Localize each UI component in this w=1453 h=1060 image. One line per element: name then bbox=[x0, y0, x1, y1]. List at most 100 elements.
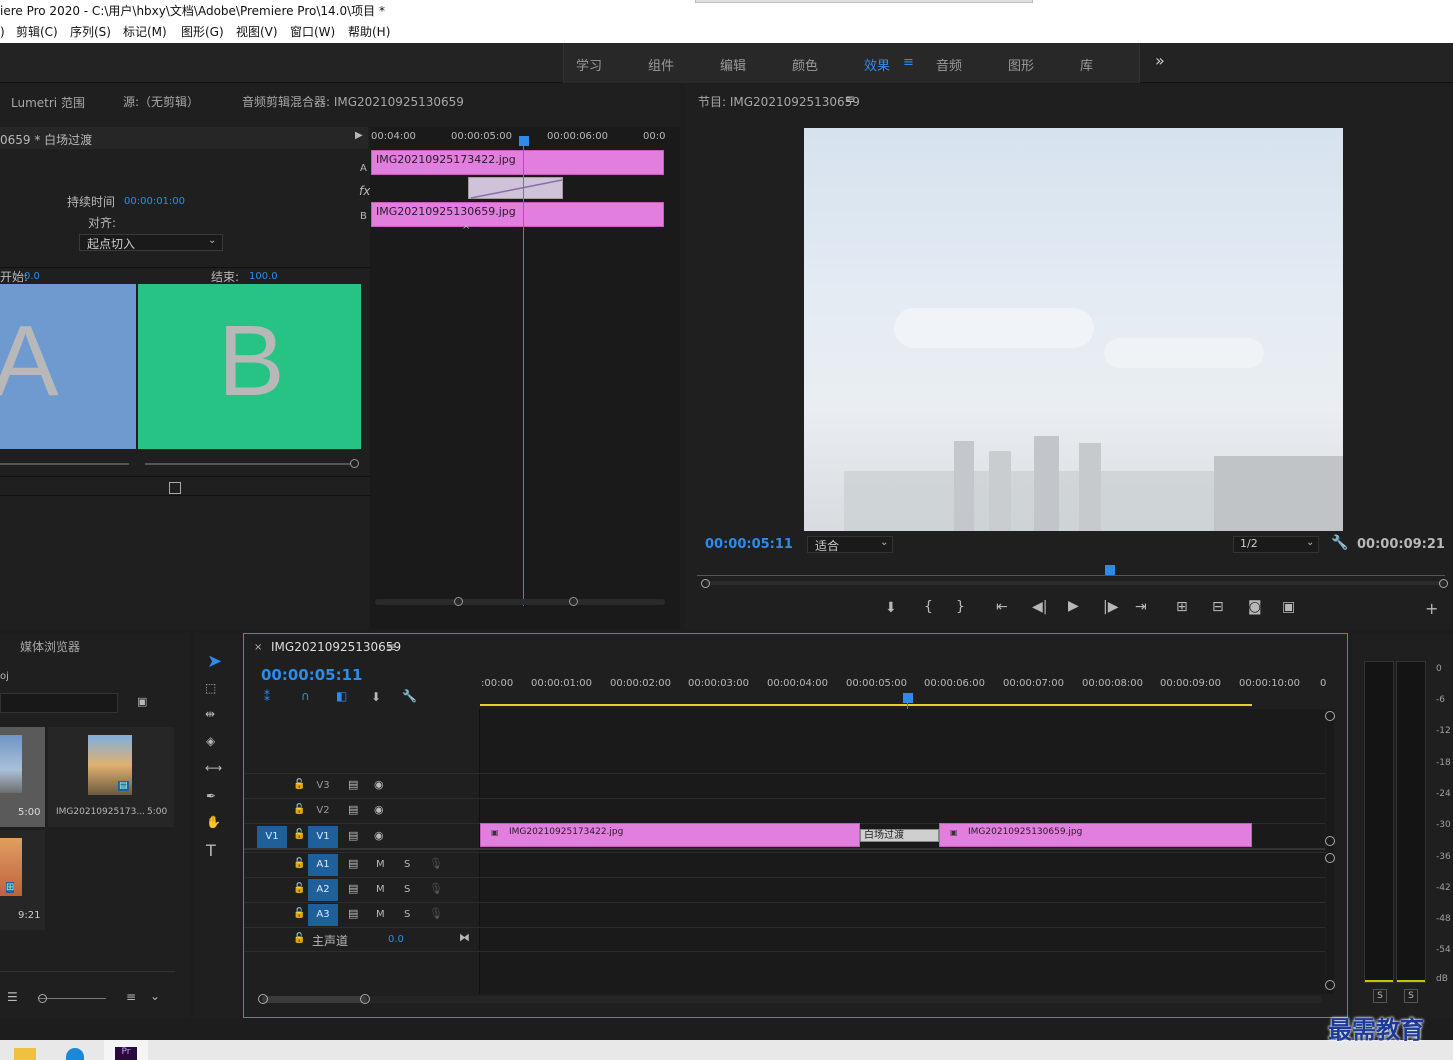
lock-icon[interactable]: 🔓 bbox=[293, 883, 305, 894]
mute-button[interactable]: M bbox=[376, 859, 385, 870]
end-slider-handle[interactable] bbox=[350, 459, 359, 468]
lock-icon[interactable]: 🔓 bbox=[293, 804, 305, 815]
menu-item-edge[interactable]: ) bbox=[0, 22, 5, 43]
track-target-v3[interactable]: V3 bbox=[308, 775, 338, 797]
mute-button[interactable]: M bbox=[376, 909, 385, 920]
fit-dropdown[interactable]: 适合 ⌄ bbox=[807, 536, 893, 553]
master-value[interactable]: 0.0 bbox=[388, 934, 404, 945]
track-select-tool-icon[interactable]: ⬚ bbox=[205, 681, 216, 695]
project-item-3[interactable]: ⊞ 9:21 bbox=[0, 830, 45, 930]
zoom-slider[interactable] bbox=[38, 998, 106, 999]
program-scrollbar[interactable] bbox=[705, 581, 1445, 585]
timeline-current-time[interactable]: 00:00:05:11 bbox=[261, 666, 363, 684]
razor-tool-icon[interactable]: ◈ bbox=[206, 734, 215, 748]
resolution-dropdown[interactable]: 1/2 ⌄ bbox=[1233, 536, 1319, 553]
eye-icon[interactable]: ◉ bbox=[374, 829, 384, 842]
microphone-icon[interactable]: 🎙 bbox=[429, 857, 443, 870]
program-current-time[interactable]: 00:00:05:11 bbox=[705, 537, 793, 552]
sort-icon[interactable]: ≡ bbox=[126, 990, 136, 1004]
zoom-slider-handle[interactable] bbox=[38, 994, 47, 1003]
timeline-clip-2[interactable]: ▣ IMG20210925130659.jpg bbox=[939, 823, 1252, 847]
mini-scrollbar[interactable] bbox=[375, 599, 665, 605]
premiere-taskbar-button[interactable]: Pr bbox=[104, 1040, 148, 1060]
solo-button[interactable]: S bbox=[404, 859, 410, 870]
horizontal-scrollbar[interactable] bbox=[262, 996, 1322, 1003]
track-target-a2[interactable]: A2 bbox=[308, 879, 338, 901]
comparison-view-icon[interactable]: ▣ bbox=[1282, 599, 1295, 615]
media-browser-tab[interactable]: 媒体浏览器 bbox=[20, 638, 80, 655]
play-icon[interactable]: ▶ bbox=[1068, 598, 1079, 614]
workspace-libraries[interactable]: 库 bbox=[1080, 55, 1093, 74]
add-marker-icon[interactable]: ⬇ bbox=[371, 690, 381, 704]
solo-right-button[interactable]: S bbox=[1404, 989, 1418, 1003]
mini-scroll-handle-r[interactable] bbox=[569, 597, 578, 606]
program-ruler[interactable] bbox=[697, 564, 1445, 576]
export-frame-camera-icon[interactable]: ◙ bbox=[1248, 599, 1262, 615]
menu-item-window[interactable]: 窗口(W) bbox=[290, 22, 335, 43]
sync-lock-icon[interactable]: ▤ bbox=[348, 829, 358, 842]
step-forward-icon[interactable]: |▶ bbox=[1103, 599, 1118, 615]
track-target-a3[interactable]: A3 bbox=[308, 904, 338, 926]
end-value[interactable]: 100.0 bbox=[249, 271, 278, 282]
solo-left-button[interactable]: S bbox=[1373, 989, 1387, 1003]
linked-selection-icon[interactable]: ◧ bbox=[336, 689, 347, 703]
project-search-input[interactable] bbox=[0, 693, 118, 713]
menu-item-help[interactable]: 帮助(H) bbox=[348, 22, 390, 43]
track-target-v2[interactable]: V2 bbox=[308, 800, 338, 822]
tab-source[interactable]: 源:（无剪辑） bbox=[123, 93, 199, 110]
track-target-a1[interactable]: A1 bbox=[308, 854, 338, 876]
timeline-ruler[interactable]: :00:00 00:00:01:00 00:00:02:00 00:00:03:… bbox=[480, 674, 1326, 706]
mark-out-icon[interactable]: } bbox=[956, 599, 965, 615]
menu-item-marker[interactable]: 标记(M) bbox=[123, 22, 167, 43]
menu-item-graphics[interactable]: 图形(G) bbox=[181, 22, 224, 43]
solo-button[interactable]: S bbox=[404, 909, 410, 920]
jump-icon[interactable]: ⧓ bbox=[459, 931, 470, 944]
microphone-icon[interactable]: 🎙 bbox=[429, 882, 443, 895]
ripple-edit-tool-icon[interactable]: ⇹ bbox=[205, 707, 215, 721]
close-tab-icon[interactable]: × bbox=[254, 642, 262, 653]
sync-lock-icon[interactable]: ▤ bbox=[348, 857, 358, 870]
reverse-checkbox[interactable] bbox=[169, 482, 181, 494]
panel-menu-icon[interactable]: ≡ bbox=[845, 92, 855, 106]
menu-item-sequence[interactable]: 序列(S) bbox=[70, 22, 111, 43]
program-title[interactable]: 节目: IMG20210925130659 bbox=[698, 93, 860, 110]
h-scroll-bar-fill[interactable] bbox=[262, 996, 367, 1003]
slip-tool-icon[interactable]: ⟷ bbox=[205, 761, 222, 775]
new-bin-icon[interactable]: ▣ bbox=[137, 695, 147, 708]
type-tool-icon[interactable]: T bbox=[206, 841, 216, 860]
lock-icon[interactable]: 🔓 bbox=[293, 858, 305, 869]
v-scroll-handle-4[interactable] bbox=[1325, 980, 1335, 990]
lift-icon[interactable]: ⊞ bbox=[1176, 599, 1188, 615]
selection-tool-icon[interactable]: ➤ bbox=[207, 651, 222, 672]
go-to-in-icon[interactable]: ⇤ bbox=[996, 599, 1008, 615]
tab-audio-clip-mixer[interactable]: 音频剪辑混合器: IMG20210925130659 bbox=[242, 93, 464, 110]
go-to-out-icon[interactable]: ⇥ bbox=[1135, 599, 1147, 615]
settings-wrench-icon[interactable]: 🔧 bbox=[1331, 535, 1348, 551]
extract-icon[interactable]: ⊟ bbox=[1212, 599, 1224, 615]
eye-icon[interactable]: ◉ bbox=[374, 803, 384, 816]
end-slider[interactable] bbox=[145, 463, 350, 465]
vertical-scrollbar[interactable] bbox=[1326, 709, 1334, 994]
sync-lock-icon[interactable]: ▤ bbox=[348, 882, 358, 895]
mute-button[interactable]: M bbox=[376, 884, 385, 895]
lock-icon[interactable]: 🔓 bbox=[293, 779, 305, 790]
program-playhead-marker[interactable] bbox=[1105, 565, 1115, 575]
file-explorer-icon[interactable] bbox=[14, 1048, 36, 1060]
h-scroll-handle-l[interactable] bbox=[258, 994, 268, 1004]
timeline-playhead-marker[interactable] bbox=[903, 693, 913, 703]
sequence-tab[interactable]: IMG20210925130659 bbox=[271, 640, 401, 654]
timeline-clip-1[interactable]: ▣ IMG20210925173422.jpg bbox=[480, 823, 860, 847]
start-slider[interactable] bbox=[0, 463, 129, 465]
work-area-bar[interactable] bbox=[480, 704, 1252, 706]
workspace-menu-icon[interactable]: ≡ bbox=[903, 55, 914, 70]
add-button-icon[interactable]: + bbox=[1425, 599, 1438, 618]
sync-lock-icon[interactable]: ▤ bbox=[348, 907, 358, 920]
mini-transition[interactable] bbox=[468, 177, 563, 199]
eye-icon[interactable]: ◉ bbox=[374, 778, 384, 791]
v-scroll-handle-2[interactable] bbox=[1325, 836, 1335, 846]
mini-clip-a[interactable]: IMG20210925173422.jpg bbox=[371, 150, 664, 175]
timeline-settings-wrench-icon[interactable]: 🔧 bbox=[402, 689, 417, 703]
step-back-icon[interactable]: ◀| bbox=[1032, 599, 1047, 615]
timeline-transition[interactable]: 白场过渡 bbox=[860, 829, 939, 842]
list-view-icon[interactable]: ☰ bbox=[7, 990, 18, 1004]
